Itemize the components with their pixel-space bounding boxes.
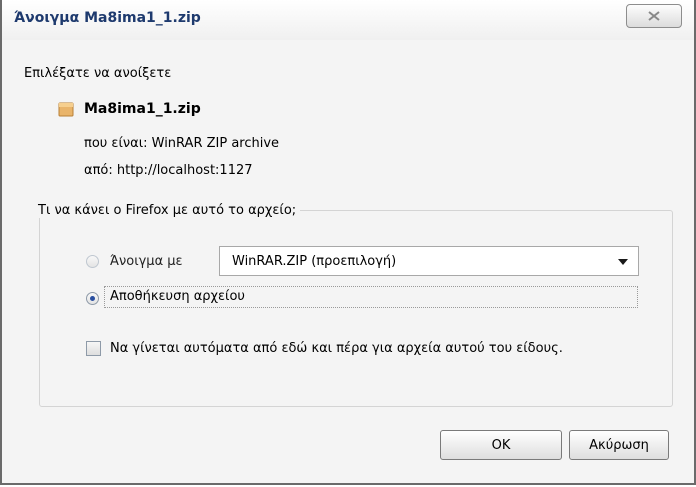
- file-type-row: που είναι: WinRAR ZIP archive: [84, 136, 279, 151]
- file-source-value: http://localhost:1127: [116, 163, 253, 178]
- file-type-value: WinRAR ZIP archive: [151, 136, 280, 151]
- intro-text: Επιλέξατε να ανοίξετε: [24, 66, 172, 81]
- file-type-label: που είναι:: [84, 136, 148, 151]
- window-title: Άνοιγμα Ma8ima1_1.zip: [14, 10, 201, 26]
- file-name: Ma8ima1_1.zip: [84, 101, 201, 117]
- open-with-selected-value: WinRAR.ZIP (προεπιλογή): [232, 254, 397, 269]
- file-source-label: από:: [84, 163, 113, 178]
- action-group-legend: Τι να κάνει ο Firefox με αυτό το αρχείο;: [34, 203, 301, 218]
- ok-button[interactable]: OK: [440, 430, 562, 460]
- auto-action-label[interactable]: Να γίνεται αυτόματα από εδώ και πέρα για…: [110, 341, 563, 356]
- zip-file-icon: [58, 101, 74, 117]
- chevron-down-icon: [618, 259, 628, 265]
- open-with-radio[interactable]: [86, 255, 99, 268]
- save-file-label[interactable]: Αποθήκευση αρχείου: [104, 286, 638, 308]
- auto-action-checkbox[interactable]: [86, 341, 101, 356]
- open-with-select[interactable]: WinRAR.ZIP (προεπιλογή): [219, 246, 639, 276]
- file-source-row: από: http://localhost:1127: [84, 163, 253, 178]
- close-icon: [648, 11, 660, 21]
- dialog-window: Άνοιγμα Ma8ima1_1.zip Επιλέξατε να ανοίξ…: [0, 0, 696, 485]
- cancel-button[interactable]: Ακύρωση: [569, 430, 669, 460]
- save-file-radio[interactable]: [86, 292, 99, 305]
- open-with-label[interactable]: Άνοιγμα με: [110, 254, 183, 269]
- title-bar[interactable]: Άνοιγμα Ma8ima1_1.zip: [2, 0, 694, 40]
- close-button[interactable]: [626, 4, 682, 28]
- action-groupbox: [39, 210, 673, 407]
